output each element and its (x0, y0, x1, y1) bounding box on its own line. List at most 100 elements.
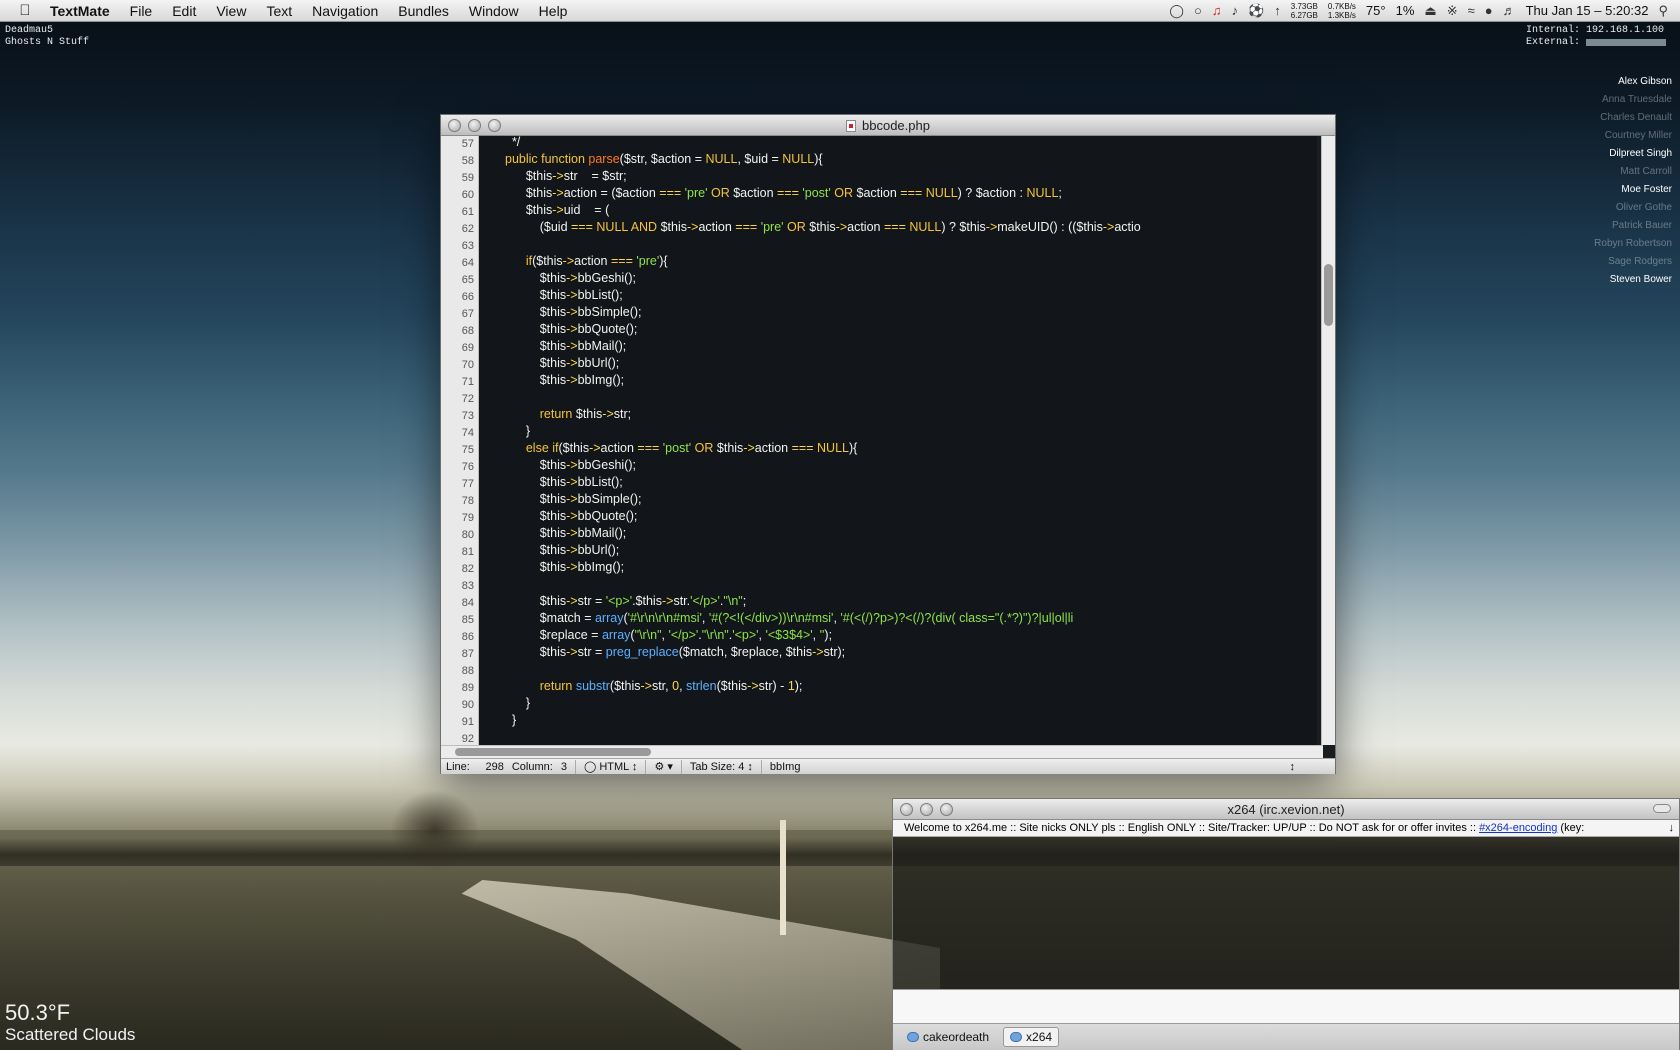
zoom-button[interactable] (940, 803, 953, 816)
code-line: if($this->action === 'pre'){ (505, 254, 668, 268)
toolbar-toggle-button[interactable] (1653, 804, 1671, 813)
tab-label: cakeordeath (923, 1030, 990, 1044)
internal-ip-label: Internal: (1525, 25, 1580, 36)
now-playing-widget: Deadmau5 Ghosts N Stuff (5, 25, 89, 49)
code-editor[interactable]: */ public function parse($str, $action = … (479, 136, 1317, 745)
code-lines: */ public function parse($str, $action = … (479, 136, 1317, 745)
menu-bundles[interactable]: Bundles (388, 0, 459, 22)
code-line: $this->bbList(); (505, 288, 623, 302)
code-line: $this->bbMail(); (505, 339, 627, 353)
close-button[interactable] (448, 119, 461, 132)
status-divider (760, 759, 762, 774)
bluetooth-icon[interactable]: ※ (1447, 3, 1458, 19)
menu-edit[interactable]: Edit (162, 0, 206, 22)
line-number: 89 (461, 682, 474, 694)
spotlight-ring-icon[interactable]: ◯ (1169, 3, 1184, 19)
soccer-ball-icon[interactable]: ⚽ (1248, 3, 1264, 19)
volume-icon[interactable]: ♬ (1503, 3, 1516, 18)
temperature-reading[interactable]: 75° (1366, 3, 1386, 18)
apple-icon[interactable]:  (10, 2, 40, 19)
horizontal-scroll-thumb[interactable] (455, 748, 651, 756)
line-number: 90 (461, 699, 474, 711)
code-line: $this->bbImg(); (505, 373, 625, 387)
irc-window-controls (900, 803, 953, 816)
tab-x264[interactable]: x264 (1003, 1027, 1060, 1047)
line-number: 69 (461, 342, 474, 354)
code-line: $this->bbQuote(); (505, 322, 638, 336)
internal-ip-value: 192.168.1.100 (1586, 25, 1665, 36)
line-number: 81 (461, 546, 474, 558)
topic-tail: (key: (1557, 822, 1585, 834)
now-playing-track: Ghosts N Stuff (5, 37, 90, 48)
buddy-item: Charles Denault (1600, 112, 1672, 123)
code-line: return substr($this->str, 0, strlen($thi… (505, 679, 803, 693)
wifi-icon[interactable]: ≈ (1468, 3, 1475, 18)
line-number: 87 (461, 648, 474, 660)
buddy-list-widget: Alex Gibson Anna Truesdale Charles Denau… (1594, 73, 1672, 289)
menu-text[interactable]: Text (256, 0, 302, 22)
channel-link[interactable]: #x264-encoding (1479, 822, 1557, 834)
language-label: HTML (599, 761, 629, 773)
spotlight-search-icon[interactable]: ⚲ (1658, 3, 1668, 19)
sync-icon[interactable]: ○ (1194, 3, 1202, 18)
menubar-clock[interactable]: Thu Jan 15 – 5:20:32 (1526, 3, 1649, 18)
zoom-button[interactable] (488, 119, 501, 132)
user-icon[interactable]: ● (1485, 3, 1493, 18)
minimize-button[interactable] (468, 119, 481, 132)
textmate-titlebar[interactable]: bbcode.php (441, 115, 1335, 136)
menu-view[interactable]: View (206, 0, 256, 22)
itunes-note-icon[interactable]: ♫ (1212, 3, 1222, 18)
menu-navigation[interactable]: Navigation (302, 0, 388, 22)
wallpaper-post (780, 820, 786, 935)
music-note-icon[interactable]: ♪ (1232, 3, 1239, 18)
code-line: $this->str = preg_replace($match, $repla… (505, 645, 846, 659)
line-number: 75 (461, 444, 474, 456)
eject-icon[interactable]: ⏏ (1424, 3, 1436, 19)
upload-arrow-icon[interactable]: ↑ (1274, 3, 1281, 18)
disk-usage[interactable]: 3.73GB 6.27GB (1291, 2, 1318, 20)
cpu-reading[interactable]: 1% (1396, 3, 1415, 18)
symbol-popup[interactable]: bbImg ↕ (770, 761, 1335, 773)
message-input[interactable] (893, 989, 1679, 1023)
code-line: } (505, 424, 531, 438)
code-line: $this->bbUrl(); (505, 356, 620, 370)
symbol-label: bbImg (769, 760, 801, 773)
menu-window[interactable]: Window (459, 0, 529, 22)
horizontal-scrollbar[interactable] (441, 745, 1323, 758)
textmate-window: bbcode.php 57 58 59 60 61 62 63 64 65 66… (440, 114, 1336, 774)
buddy-item: Matt Carroll (1620, 166, 1672, 177)
line-number: 71 (461, 376, 474, 388)
expand-topic-icon[interactable]: ↓ (1669, 820, 1675, 836)
gear-icon[interactable]: ⚙ ▾ (654, 760, 672, 773)
close-button[interactable] (900, 803, 913, 816)
menu-help[interactable]: Help (529, 0, 578, 22)
wallpaper-tree (390, 790, 480, 870)
line-number: 58 (461, 155, 474, 167)
line-number: 73 (461, 410, 474, 422)
tab-cakeordeath[interactable]: cakeordeath (901, 1028, 995, 1046)
network-speed[interactable]: 0.7KB/s 1.3KB/s (1328, 2, 1356, 20)
tab-size-popup[interactable]: Tab Size: 4 ↕ (690, 761, 753, 773)
menu-app-name[interactable]: TextMate (40, 0, 120, 22)
language-popup[interactable]: ◯ HTML ↕ (584, 760, 637, 773)
buddy-item: Patrick Bauer (1611, 220, 1672, 231)
code-line: public function parse($str, $action = NU… (505, 152, 823, 166)
window-title: bbcode.php (862, 118, 930, 133)
irc-window: x264 (irc.xevion.net) Welcome to x264.me… (892, 798, 1680, 1050)
buddy-item: Robyn Robertson (1594, 238, 1672, 249)
minimize-button[interactable] (920, 803, 933, 816)
line-number: 74 (461, 427, 474, 439)
code-line: return $this->str; (505, 407, 632, 421)
vertical-scrollbar[interactable] (1321, 136, 1335, 745)
buddy-item: Steven Bower (1609, 274, 1672, 285)
menu-file[interactable]: File (120, 0, 163, 22)
editor-status-bar: Line: 298 Column: 3 ◯ HTML ↕ ⚙ ▾ Tab Siz… (441, 758, 1335, 774)
line-number: 82 (461, 563, 474, 575)
vertical-scroll-thumb[interactable] (1324, 264, 1333, 326)
irc-titlebar[interactable]: x264 (irc.xevion.net) (893, 799, 1679, 820)
line-number: 59 (461, 172, 474, 184)
weather-temperature: 50.3°F (5, 1000, 71, 1025)
buddy-item: Anna Truesdale (1601, 94, 1672, 105)
